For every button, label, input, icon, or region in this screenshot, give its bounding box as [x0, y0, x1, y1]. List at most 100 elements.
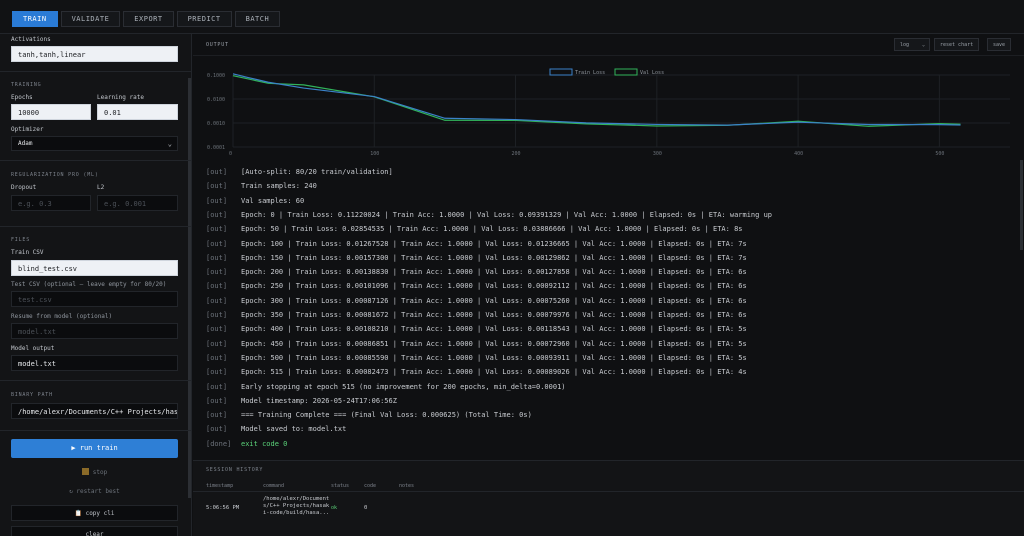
output-scrollbar[interactable] — [1020, 160, 1023, 250]
tab-list: TRAIN VALIDATE EXPORT PREDICT BATCH — [12, 11, 283, 27]
tab-batch[interactable]: BATCH — [234, 11, 281, 27]
log-tag: [out] — [206, 239, 228, 248]
log-message: Epoch: 400 | Train Loss: 0.00108210 | Tr… — [241, 325, 747, 334]
divider — [0, 226, 191, 227]
top-tab-bar: TRAIN VALIDATE EXPORT PREDICT BATCH — [0, 0, 1024, 34]
log-tag: [out] — [206, 168, 228, 176]
log-tag: [out] — [206, 253, 228, 262]
series-line — [232, 75, 961, 127]
log-tag: [out] — [206, 368, 228, 377]
copy-cli-button[interactable]: 📋 copy cli — [11, 505, 178, 521]
log-line: [out] Epoch: 515 | Train Loss: 0.00082473… — [193, 365, 1013, 379]
log-tag: [out] — [206, 311, 228, 319]
save-button[interactable]: save — [987, 38, 1012, 51]
x-tick-label: 300 — [653, 151, 662, 157]
log-message: Epoch: 450 | Train Loss: 0.00086851 | Tr… — [241, 339, 747, 348]
log-line: [out] Epoch: 200 | Train Loss: 0.00138830… — [193, 265, 1013, 279]
binary-path-section-title: BINARY PATH — [11, 392, 53, 398]
tab-export[interactable]: EXPORT — [123, 11, 174, 27]
stop-button[interactable]: stop — [11, 468, 178, 476]
log-message: Epoch: 50 | Train Loss: 0.02854535 | Tra… — [241, 225, 743, 234]
history-cell-status: ok — [331, 505, 338, 511]
log-line: [out] Epoch: 300 | Train Loss: 0.00087126… — [193, 294, 1013, 308]
optimizer-value: Adam — [18, 140, 33, 147]
learning-rate-input[interactable]: 0.01 — [97, 104, 178, 120]
log-message: Epoch: 300 | Train Loss: 0.00087126 | Tr… — [241, 296, 747, 305]
dropout-label: Dropout — [11, 184, 37, 191]
log-line: [out] Val samples: 60 — [193, 194, 1013, 208]
l2-input[interactable]: e.g. 0.001 — [97, 195, 178, 211]
stop-label: stop — [92, 469, 108, 476]
log-message: Epoch: 100 | Train Loss: 0.01267528 | Tr… — [241, 239, 747, 248]
log-message: Epoch: 250 | Train Loss: 0.00101096 | Tr… — [241, 282, 747, 291]
chevron-down-icon: ⌄ — [921, 42, 925, 48]
sidebar: Activations tanh,tanh,linear TRAINING Ep… — [0, 34, 192, 536]
tab-validate[interactable]: VALIDATE — [60, 11, 121, 27]
learning-rate-label: Learning rate — [97, 94, 144, 101]
log-tag: [done] — [206, 439, 232, 448]
log-line: [out] Epoch: 400 | Train Loss: 0.00108210… — [193, 322, 1013, 336]
log-line: [out] Epoch: 500 | Train Loss: 0.00085590… — [193, 351, 1013, 365]
log-tag: [out] — [206, 353, 228, 362]
tab-train[interactable]: TRAIN — [12, 11, 58, 27]
clear-button[interactable]: clear — [11, 526, 178, 536]
resume-model-input[interactable]: model.txt — [11, 323, 178, 339]
history-cell-timestamp: 5:06:56 PM — [206, 505, 240, 511]
log-line: [out] Epoch: 0 | Train Loss: 0.11220024 |… — [193, 208, 1013, 222]
test-csv-input[interactable]: test.csv — [11, 291, 178, 307]
activations-input[interactable]: tanh,tanh,linear — [11, 46, 178, 62]
train-csv-label: Train CSV — [11, 249, 44, 256]
model-output-input[interactable]: model.txt — [11, 355, 178, 371]
log-message: [Auto-split: 80/20 train/validation] — [241, 168, 393, 176]
log-message: Epoch: 150 | Train Loss: 0.00157300 | Tr… — [241, 253, 747, 262]
legend-label: Train Loss — [575, 70, 605, 76]
log-message: Model timestamp: 2026-05-24T17:06:56Z — [241, 396, 397, 405]
tab-predict[interactable]: PREDICT — [176, 11, 232, 27]
loss-chart-svg: 0.1000 0.0100 0.0010 0.0001 0 100 200 300 400 500… — [207, 68, 1010, 157]
history-cell-command: /home/alexr/Documents/C++ Projects/hasak… — [263, 496, 330, 516]
reset-chart-button[interactable]: reset chart — [934, 38, 980, 51]
regularization-section-title: REGULARIZATION PRO (ML) — [11, 172, 99, 178]
l2-label: L2 — [97, 184, 105, 191]
history-header-command: command — [263, 483, 285, 489]
optimizer-select[interactable]: Adam ⌄ — [11, 136, 178, 151]
output-log: [out] [Auto-split: 80/20 train/validation… — [193, 160, 1024, 458]
train-csv-input[interactable]: blind_test.csv — [11, 260, 178, 276]
run-train-button[interactable]: ▶ run train — [11, 439, 178, 458]
loss-chart: 0.1000 0.0100 0.0010 0.0001 0 100 200 300 400 500… — [193, 57, 1024, 160]
optimizer-label: Optimizer — [11, 126, 44, 133]
log-line: [out] Model timestamp: 2026-05-24T17:06:5… — [193, 394, 1013, 408]
log-tag: [out] — [206, 210, 228, 219]
log-line: [out] Early stopping at epoch 515 (no imp… — [193, 380, 1013, 394]
binary-path-input[interactable]: /home/alexr/Documents/C++ Projects/hasak… — [11, 403, 178, 419]
divider — [0, 430, 191, 431]
dropout-input[interactable]: e.g. 0.3 — [11, 195, 91, 211]
output-title: OUTPUT — [206, 42, 229, 48]
log-line: [done] exit code 0 — [193, 437, 1013, 451]
scale-select[interactable]: log ⌄ — [894, 38, 930, 51]
log-line: [out] Epoch: 50 | Train Loss: 0.02854535 … — [193, 222, 1013, 236]
log-line: [out] Epoch: 100 | Train Loss: 0.01267528… — [193, 237, 1013, 251]
log-tag: [out] — [206, 396, 228, 405]
files-section-title: FILES — [11, 237, 31, 243]
log-tag: [out] — [206, 296, 228, 305]
sidebar-scrollbar[interactable] — [188, 78, 191, 498]
y-tick-label: 0.0100 — [207, 97, 225, 103]
log-message: Epoch: 200 | Train Loss: 0.00138830 | Tr… — [241, 268, 747, 277]
history-header-timestamp: timestamp — [206, 483, 234, 489]
divider — [193, 491, 1024, 492]
activations-label: Activations — [11, 36, 51, 43]
x-tick-label: 200 — [512, 151, 521, 157]
y-tick-label: 0.0010 — [207, 121, 225, 127]
stop-icon — [81, 468, 89, 475]
x-tick-label: 400 — [794, 151, 803, 157]
log-message: Val samples: 60 — [241, 196, 305, 205]
session-history: SESSION HISTORY timestamp command status… — [193, 460, 1024, 536]
chevron-down-icon: ⌄ — [167, 140, 172, 148]
epochs-input[interactable]: 10000 — [11, 104, 91, 120]
log-tag: [out] — [206, 268, 228, 277]
log-message: Epoch: 500 | Train Loss: 0.00085590 | Tr… — [241, 353, 747, 362]
restart-best-button[interactable]: ↻ restart best — [11, 488, 178, 495]
test-csv-label: Test CSV (optional — leave empty for 80/… — [11, 281, 167, 288]
history-header-notes: notes — [399, 483, 415, 489]
